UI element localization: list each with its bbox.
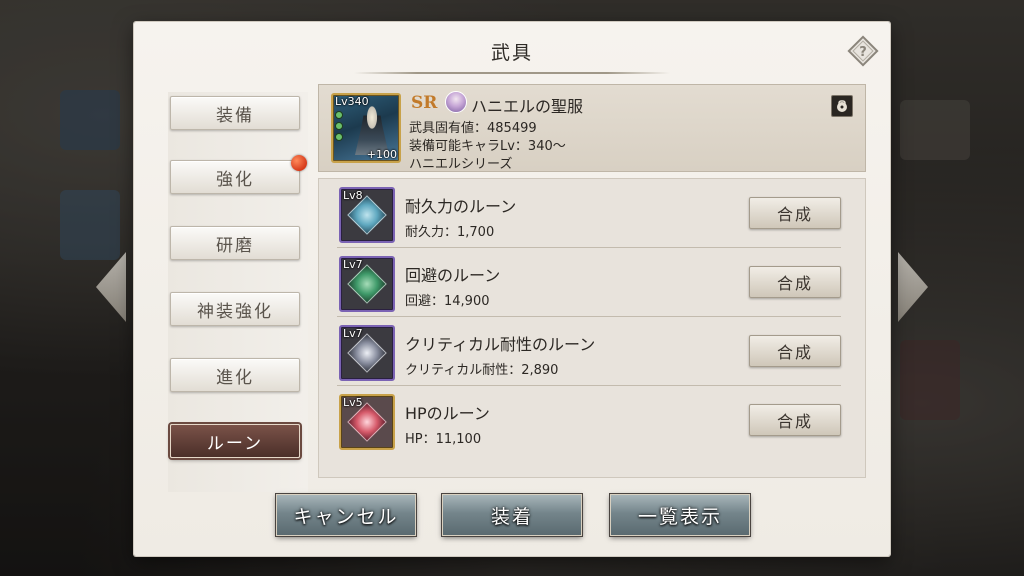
tab-evolve[interactable]: 進化 [170, 358, 300, 392]
equipment-icon[interactable]: Lv340 +100 [331, 93, 401, 163]
tab-label: 強化 [216, 169, 254, 190]
equipment-name: ハニエルの聖服 [471, 97, 584, 116]
rune-icon[interactable]: Lv7 [339, 325, 395, 381]
rune-list: Lv8 耐久力のルーン 耐久力：1,700 合成 Lv7 回避のルーン 回避：1… [318, 178, 866, 478]
tab-polish[interactable]: 研磨 [170, 226, 300, 260]
rune-stat: クリティカル耐性：2,890 [405, 363, 559, 378]
rune-level: Lv7 [343, 258, 363, 271]
rune-stat: 回避：14,900 [405, 294, 490, 309]
character-portrait-icon [445, 91, 467, 113]
rune-name: HPのルーン [405, 404, 490, 423]
tab-enhance[interactable]: 強化 [170, 155, 307, 194]
rune-row: Lv7 回避のルーン 回避：14,900 合成 [319, 248, 865, 317]
combine-button[interactable]: 合成 [749, 404, 841, 436]
rune-icon[interactable]: Lv8 [339, 187, 395, 243]
combine-button[interactable]: 合成 [749, 266, 841, 298]
rune-level: Lv7 [343, 327, 363, 340]
title-divider [354, 72, 670, 74]
tab-equip[interactable]: 装備 [170, 96, 300, 130]
rune-icon[interactable]: Lv7 [339, 256, 395, 312]
tab-label: 装備 [216, 105, 254, 126]
rune-row: Lv7 クリティカル耐性のルーン クリティカル耐性：2,890 合成 [319, 317, 865, 386]
combine-button[interactable]: 合成 [749, 197, 841, 229]
equip-level-requirement: 装備可能キャラLv：340～ [409, 139, 566, 154]
tab-label: 進化 [216, 367, 254, 388]
rarity-label: SR [411, 93, 438, 113]
notification-badge [291, 155, 307, 171]
equipment-dialog: 武具 ? 装備 強化 研磨 神装強化 進化 ルーン Lv340 +100 SR … [134, 22, 890, 556]
rune-level: Lv8 [343, 189, 363, 202]
gem-slots [335, 111, 343, 141]
equip-button[interactable]: 装着 [442, 494, 582, 536]
rune-stat: 耐久力：1,700 [405, 225, 495, 240]
lock-icon[interactable] [831, 95, 853, 117]
rune-name: クリティカル耐性のルーン [405, 335, 596, 354]
unique-value: 武具固有値：485499 [409, 121, 537, 136]
tab-divine-enhance[interactable]: 神装強化 [170, 292, 300, 326]
tab-label: 神装強化 [197, 301, 273, 322]
tab-label: ルーン [206, 433, 264, 454]
rune-name: 回避のルーン [405, 266, 501, 285]
rune-row: Lv8 耐久力のルーン 耐久力：1,700 合成 [319, 179, 865, 248]
equipment-info: Lv340 +100 SR ハニエルの聖服 武具固有値：485499 装備可能キ… [318, 84, 866, 172]
equipment-series: ハニエルシリーズ [409, 157, 513, 172]
tab-rune[interactable]: ルーン [170, 424, 300, 458]
rune-name: 耐久力のルーン [405, 197, 517, 216]
rune-level: Lv5 [343, 396, 363, 409]
help-icon[interactable]: ? [846, 34, 880, 68]
rune-icon[interactable]: Lv5 [339, 394, 395, 450]
combine-button[interactable]: 合成 [749, 335, 841, 367]
side-tabs: 装備 強化 研磨 神装強化 進化 ルーン [168, 92, 308, 492]
rune-row: Lv5 HPのルーン HP：11,100 合成 [319, 386, 865, 455]
cancel-button[interactable]: キャンセル [276, 494, 416, 536]
equipment-level: Lv340 [335, 95, 369, 108]
equipment-plus: +100 [366, 148, 397, 161]
tab-label: 研磨 [216, 235, 254, 256]
dialog-title: 武具 [490, 42, 533, 64]
rune-stat: HP：11,100 [405, 432, 482, 447]
list-view-button[interactable]: 一覧表示 [610, 494, 750, 536]
svg-text:?: ? [859, 45, 867, 60]
